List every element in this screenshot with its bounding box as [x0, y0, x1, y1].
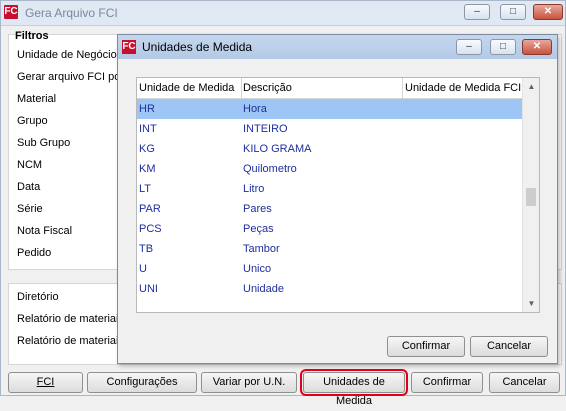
- row-unit: HR: [139, 103, 155, 115]
- table-row[interactable]: U Unico: [137, 259, 523, 279]
- row-unit: KG: [139, 143, 155, 155]
- filter-label-pedido: Pedido: [17, 247, 52, 259]
- filter-label-gerar-arquivo: Gerar arquivo FCI po: [17, 71, 121, 83]
- output-label-relatorio-2: Relatório de materiai: [17, 335, 119, 347]
- table-row[interactable]: KG KILO GRAMA: [137, 139, 523, 159]
- filter-label-serie: Série: [17, 203, 43, 215]
- filter-label-unidade-negocio: Unidade de Negócio: [17, 49, 117, 61]
- dialog-maximize-button[interactable]: □: [490, 39, 516, 55]
- scroll-down-arrow-icon[interactable]: ▼: [523, 295, 539, 312]
- grid-header: Unidade de Medida Descrição Unidade de M…: [137, 78, 523, 99]
- dialog-close-button[interactable]: ✕: [522, 39, 552, 55]
- column-header-descricao[interactable]: Descrição: [243, 82, 292, 94]
- app-logo-icon: FC: [4, 5, 18, 19]
- output-label-relatorio-1: Relatório de materiai: [17, 313, 119, 325]
- filter-label-nota-fiscal: Nota Fiscal: [17, 225, 73, 237]
- table-row[interactable]: KM Quilometro: [137, 159, 523, 179]
- row-unit: UNI: [139, 283, 158, 295]
- row-description: KILO GRAMA: [243, 143, 312, 155]
- row-unit: INT: [139, 123, 157, 135]
- filter-label-material: Material: [17, 93, 57, 105]
- units-grid[interactable]: Unidade de Medida Descrição Unidade de M…: [136, 77, 540, 313]
- table-row[interactable]: PCS Peças: [137, 219, 523, 239]
- dialog-title: Unidades de Medida: [142, 40, 253, 54]
- dialog-minimize-button[interactable]: –: [456, 39, 482, 55]
- maximize-button[interactable]: □: [500, 4, 526, 20]
- table-row[interactable]: TB Tambor: [137, 239, 523, 259]
- row-description: Tambor: [243, 243, 280, 255]
- variar-por-un-button[interactable]: Variar por U.N.: [201, 372, 297, 393]
- close-button[interactable]: ✕: [533, 4, 563, 20]
- column-header-unidade[interactable]: Unidade de Medida: [139, 82, 234, 94]
- row-unit: PCS: [139, 223, 162, 235]
- row-description: Peças: [243, 223, 274, 235]
- cancelar-button[interactable]: Cancelar: [489, 372, 560, 393]
- column-header-unidade-fci[interactable]: Unidade de Medida FCI: [405, 82, 521, 94]
- unidades-de-medida-button[interactable]: Unidades de Medida: [300, 369, 408, 407]
- filter-label-grupo: Grupo: [17, 115, 48, 127]
- column-separator[interactable]: [241, 78, 242, 98]
- row-description: Litro: [243, 183, 265, 195]
- configuracoes-button[interactable]: Configurações: [87, 372, 197, 393]
- fci-button[interactable]: FCI: [8, 372, 83, 393]
- table-row[interactable]: INT INTEIRO: [137, 119, 523, 139]
- row-description: INTEIRO: [243, 123, 288, 135]
- filter-label-ncm: NCM: [17, 159, 43, 171]
- row-unit: PAR: [139, 203, 161, 215]
- dialog-logo-icon: FC: [122, 40, 136, 54]
- confirmar-button[interactable]: Confirmar: [411, 372, 483, 393]
- row-unit: LT: [139, 183, 152, 195]
- row-unit: U: [139, 263, 147, 275]
- row-unit: KM: [139, 163, 156, 175]
- table-row[interactable]: PAR Pares: [137, 199, 523, 219]
- dialog-confirmar-button[interactable]: Confirmar: [387, 336, 465, 357]
- table-row[interactable]: LT Litro: [137, 179, 523, 199]
- row-description: Unidade: [243, 283, 284, 295]
- main-window-title: Gera Arquivo FCI: [25, 6, 118, 20]
- grid-vertical-scrollbar[interactable]: ▲ ▼: [522, 78, 539, 312]
- row-description: Unico: [243, 263, 272, 275]
- fci-button-label: FCI: [36, 376, 55, 388]
- minimize-button[interactable]: –: [464, 4, 490, 20]
- filters-title: Filtros: [15, 30, 49, 42]
- scroll-up-arrow-icon[interactable]: ▲: [523, 78, 539, 95]
- main-titlebar[interactable]: FC Gera Arquivo FCI – □ ✕: [1, 1, 565, 26]
- row-unit: TB: [139, 243, 154, 255]
- scrollbar-thumb[interactable]: [526, 188, 536, 206]
- unidades-de-medida-dialog: FC Unidades de Medida – □ ✕ Unidade de M…: [117, 34, 558, 364]
- dialog-titlebar[interactable]: FC Unidades de Medida – □ ✕: [118, 35, 557, 59]
- dialog-cancelar-button[interactable]: Cancelar: [470, 336, 548, 357]
- row-description: Quilometro: [243, 163, 297, 175]
- column-separator[interactable]: [402, 78, 403, 98]
- filter-label-data: Data: [17, 181, 41, 193]
- table-row[interactable]: HR Hora: [137, 99, 523, 119]
- filter-label-sub-grupo: Sub Grupo: [17, 137, 71, 149]
- row-description: Pares: [243, 203, 272, 215]
- row-description: Hora: [243, 103, 267, 115]
- table-row[interactable]: UNI Unidade: [137, 279, 523, 299]
- output-label-diretorio: Diretório: [17, 291, 59, 303]
